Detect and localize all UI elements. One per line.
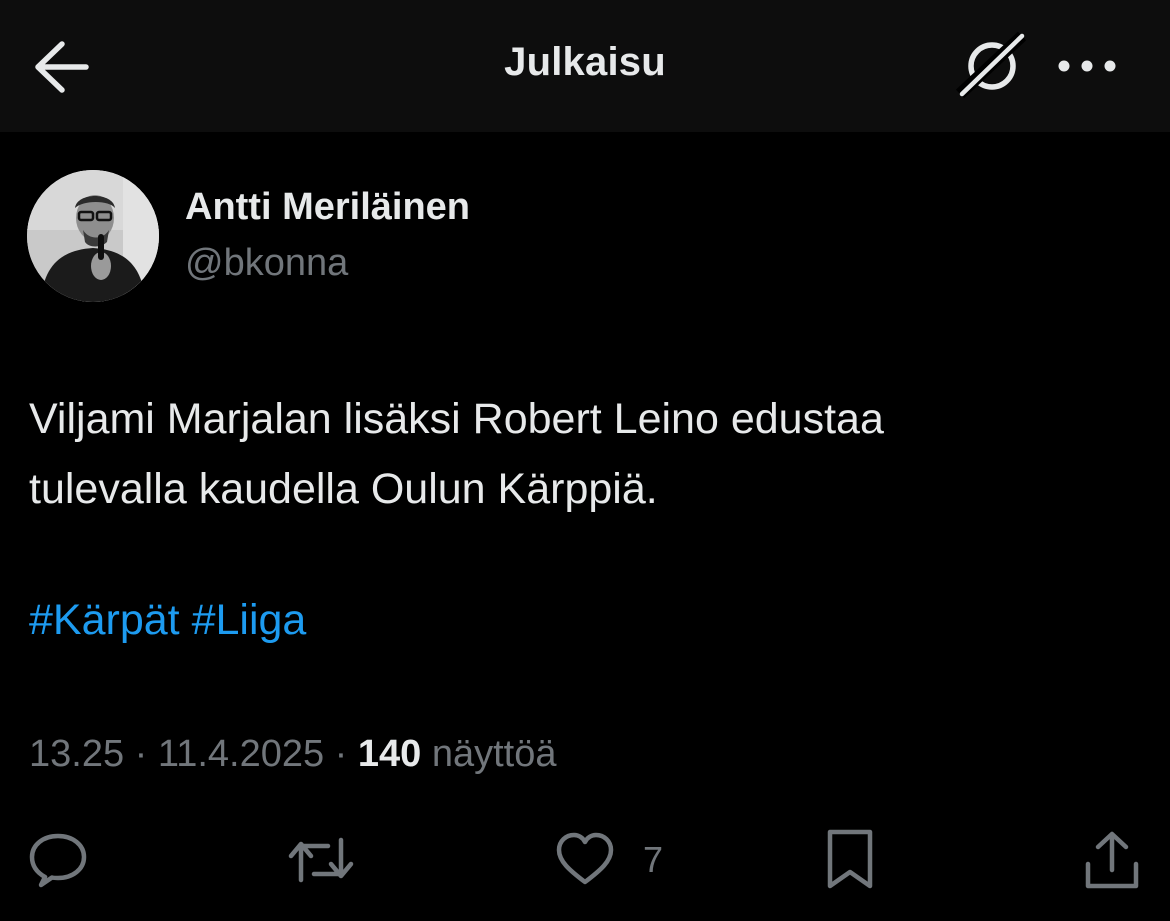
post-text: Viljami Marjalan lisäksi Robert Leino ed…	[29, 384, 1139, 524]
share-icon	[1085, 831, 1139, 889]
bookmark-button[interactable]	[822, 828, 878, 892]
post-meta: 13.25 · 11.4.2025 · 140 näyttöä	[29, 733, 557, 776]
author-name[interactable]: Antti Meriläinen	[185, 186, 470, 229]
grok-button[interactable]	[952, 30, 1032, 102]
avatar[interactable]	[27, 170, 159, 302]
more-horizontal-icon	[1058, 60, 1116, 72]
reply-icon	[29, 833, 87, 888]
more-options-button[interactable]	[1052, 44, 1122, 88]
like-button[interactable]: 7	[555, 828, 663, 892]
bookmark-icon	[827, 829, 873, 889]
post-time[interactable]: 13.25	[29, 733, 124, 775]
avatar-photo	[27, 170, 159, 302]
meta-separator: ·	[124, 733, 158, 775]
views-count: 140	[357, 733, 422, 775]
top-bar: Julkaisu	[0, 0, 1170, 132]
share-button[interactable]	[1082, 828, 1142, 892]
meta-separator: ·	[324, 733, 358, 775]
heart-icon	[556, 832, 614, 885]
hashtag-link[interactable]: #Kärpät	[29, 596, 180, 644]
author-handle[interactable]: @bkonna	[185, 242, 348, 285]
views-label: näyttöä	[421, 733, 557, 775]
post-text-line: Viljami Marjalan lisäksi Robert Leino ed…	[29, 395, 884, 443]
repost-button[interactable]	[286, 828, 356, 892]
post-text-line: tulevalla kaudella Oulun Kärppiä.	[29, 465, 658, 513]
grok-icon	[955, 31, 1027, 99]
post-date[interactable]: 11.4.2025	[158, 733, 324, 775]
reply-button[interactable]	[28, 828, 88, 892]
like-count: 7	[643, 839, 664, 880]
hashtag-link[interactable]: #Liiga	[192, 596, 307, 644]
hashtags: #Kärpät #Liiga	[29, 590, 306, 650]
repost-icon	[288, 837, 354, 883]
